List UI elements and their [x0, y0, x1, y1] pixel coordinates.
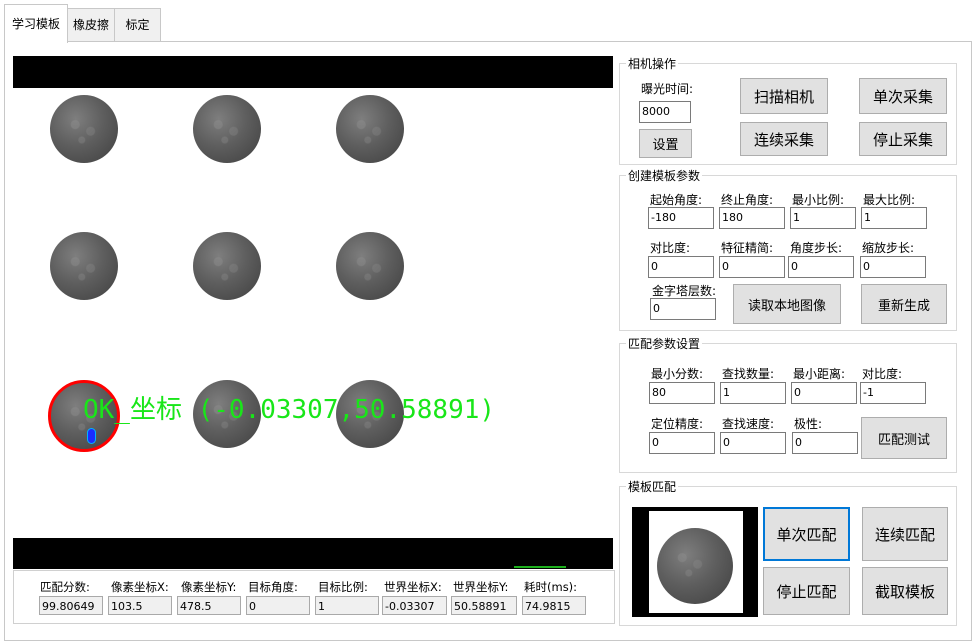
contrast-input[interactable]: 0 — [648, 256, 714, 278]
match-result-overlay: OK_坐标 (-0.03307,50.58891) — [83, 395, 496, 425]
end-angle-label: 终止角度: — [721, 193, 774, 207]
match-params-title: 匹配参数设置 — [626, 335, 703, 352]
score-label: 匹配分数: — [40, 580, 90, 594]
capture-template-button[interactable]: 截取模板 — [862, 567, 948, 615]
pyramid-levels-label: 金字塔层数: — [652, 284, 717, 298]
feature-simplify-input[interactable]: 0 — [719, 256, 785, 278]
read-local-image-button[interactable]: 读取本地图像 — [733, 284, 841, 324]
pixel-y-label: 像素坐标Y: — [181, 580, 237, 594]
max-scale-label: 最大比例: — [863, 193, 916, 207]
world-y-field: 50.58891 — [451, 596, 517, 615]
viewer-bottom-band — [13, 538, 613, 569]
image-viewer[interactable]: OK_坐标 (-0.03307,50.58891) — [13, 56, 613, 569]
template-match-group: 模板匹配 单次匹配 连续匹配 停止匹配 截取模板 — [619, 478, 957, 626]
create-template-title: 创建模板参数 — [626, 167, 703, 184]
template-preview — [632, 507, 758, 617]
start-angle-label: 起始角度: — [650, 193, 703, 207]
match-test-button[interactable]: 匹配测试 — [861, 417, 947, 459]
min-distance-input[interactable]: 0 — [791, 382, 857, 404]
exposure-label: 曝光时间: — [641, 82, 694, 96]
stop-match-button[interactable]: 停止匹配 — [763, 567, 850, 615]
angle-step-input[interactable]: 0 — [788, 256, 854, 278]
stop-capture-button[interactable]: 停止采集 — [859, 122, 947, 156]
min-score-label: 最小分数: — [651, 367, 704, 381]
part-blob — [193, 232, 261, 300]
elapsed-label: 耗时(ms): — [524, 580, 578, 594]
polarity-input[interactable]: 0 — [792, 432, 858, 454]
scan-camera-button[interactable]: 扫描相机 — [740, 78, 828, 114]
template-blob — [657, 528, 733, 604]
angle-field: 0 — [246, 596, 310, 615]
match-params-group: 匹配参数设置 最小分数: 查找数量: 最小距离: 对比度: 80 1 0 -1 … — [619, 335, 957, 473]
exposure-input[interactable]: 8000 — [639, 101, 691, 123]
locate-precision-input[interactable]: 0 — [649, 432, 715, 454]
match-center-marker — [88, 429, 95, 443]
part-blob — [50, 232, 118, 300]
min-scale-input[interactable]: 1 — [790, 207, 856, 229]
elapsed-field: 74.9815 — [522, 596, 586, 615]
contrast-label: 对比度: — [650, 241, 691, 255]
score-field: 99.80649 — [39, 596, 103, 615]
pixel-x-field: 103.5 — [108, 596, 172, 615]
part-blob — [193, 95, 261, 163]
tab-learn-template[interactable]: 学习模板 — [4, 4, 68, 43]
find-count-input[interactable]: 1 — [720, 382, 786, 404]
continuous-match-button[interactable]: 连续匹配 — [862, 507, 948, 561]
world-y-label: 世界坐标Y: — [453, 580, 509, 594]
angle-label: 目标角度: — [248, 580, 298, 594]
tab-eraser[interactable]: 橡皮擦 — [66, 8, 116, 41]
min-distance-label: 最小距离: — [793, 367, 846, 381]
search-speed-input[interactable]: 0 — [720, 432, 786, 454]
regenerate-button[interactable]: 重新生成 — [861, 284, 947, 324]
min-score-input[interactable]: 80 — [649, 382, 715, 404]
create-template-group: 创建模板参数 起始角度: 终止角度: 最小比例: 最大比例: -180 180 … — [619, 167, 957, 331]
part-blob — [336, 232, 404, 300]
continuous-capture-button[interactable]: 连续采集 — [740, 122, 828, 156]
tab-calibration[interactable]: 标定 — [114, 8, 161, 41]
match-contrast-label: 对比度: — [862, 367, 903, 381]
camera-group: 相机操作 曝光时间: 8000 设置 扫描相机 单次采集 连续采集 停止采集 — [619, 55, 957, 165]
set-exposure-button[interactable]: 设置 — [639, 129, 692, 158]
world-x-field: -0.03307 — [382, 596, 447, 615]
find-count-label: 查找数量: — [722, 367, 775, 381]
scale-label: 目标比例: — [318, 580, 368, 594]
end-angle-input[interactable]: 180 — [719, 207, 785, 229]
start-angle-input[interactable]: -180 — [648, 207, 714, 229]
match-contrast-input[interactable]: -1 — [860, 382, 926, 404]
max-scale-input[interactable]: 1 — [861, 207, 927, 229]
part-blob — [50, 95, 118, 163]
locate-precision-label: 定位精度: — [651, 417, 704, 431]
viewer-green-line — [514, 566, 566, 568]
match-result-panel: 匹配分数: 像素坐标X: 像素坐标Y: 目标角度: 目标比例: 世界坐标X: 世… — [13, 570, 615, 624]
pixel-y-field: 478.5 — [177, 596, 241, 615]
search-speed-label: 查找速度: — [722, 417, 775, 431]
feature-simplify-label: 特征精简: — [721, 241, 774, 255]
polarity-label: 极性: — [794, 417, 823, 431]
viewer-top-band — [13, 56, 613, 88]
scale-field: 1 — [315, 596, 379, 615]
scale-step-input[interactable]: 0 — [860, 256, 926, 278]
single-match-button[interactable]: 单次匹配 — [763, 507, 850, 561]
world-x-label: 世界坐标X: — [384, 580, 442, 594]
angle-step-label: 角度步长: — [790, 241, 843, 255]
camera-group-title: 相机操作 — [626, 55, 679, 72]
min-scale-label: 最小比例: — [792, 193, 845, 207]
template-preview-background — [649, 511, 743, 613]
scale-step-label: 缩放步长: — [862, 241, 915, 255]
single-capture-button[interactable]: 单次采集 — [859, 78, 947, 114]
template-match-title: 模板匹配 — [626, 478, 679, 495]
pixel-x-label: 像素坐标X: — [111, 580, 169, 594]
tab-bar: 学习模板 橡皮擦 标定 — [0, 0, 974, 43]
part-blob — [336, 95, 404, 163]
pyramid-levels-input[interactable]: 0 — [650, 298, 716, 320]
